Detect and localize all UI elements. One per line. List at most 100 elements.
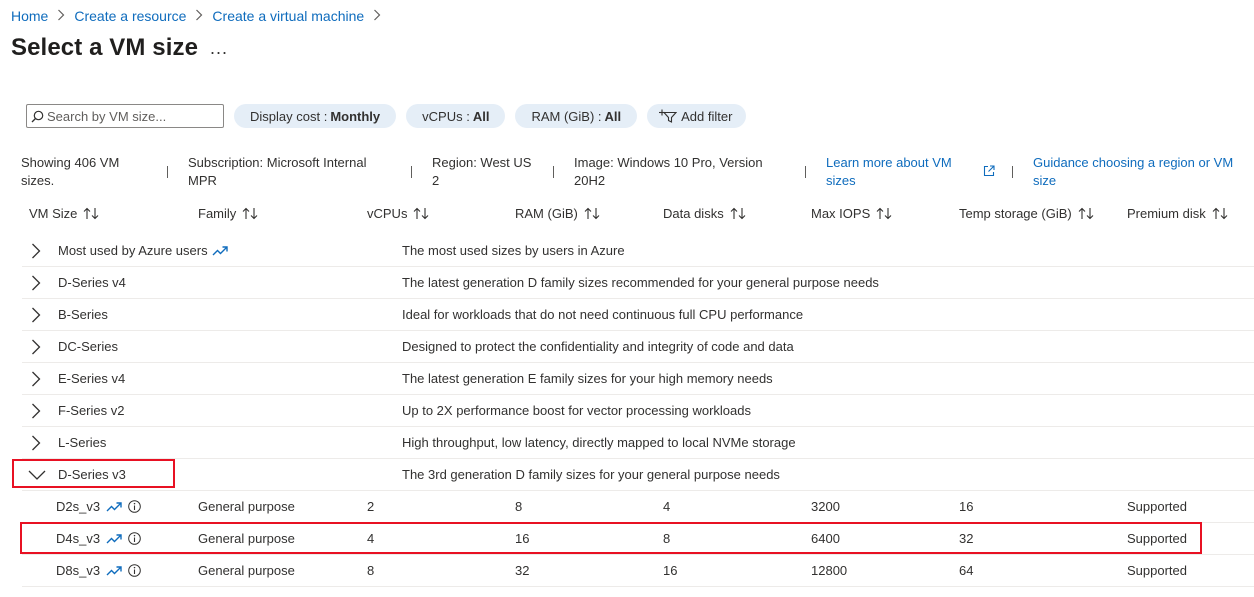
filter-label: vCPUs : bbox=[422, 108, 470, 124]
guidance-link[interactable]: Guidance choosing a region or VM size bbox=[1033, 154, 1249, 190]
chevron-down-icon[interactable] bbox=[28, 470, 46, 480]
info-icon[interactable] bbox=[128, 532, 141, 545]
breadcrumb-home[interactable]: Home bbox=[11, 8, 48, 24]
divider bbox=[411, 166, 412, 178]
filter-value: All bbox=[472, 108, 490, 124]
filter-label: RAM (GiB) : bbox=[531, 108, 602, 124]
vcpus-cell: 8 bbox=[367, 563, 375, 578]
subscription-info: Subscription: Microsoft Internal MPR bbox=[188, 155, 367, 188]
max-iops-cell: 3200 bbox=[811, 499, 840, 514]
region-info: Region: West US 2 bbox=[432, 155, 532, 188]
chevron-right-icon[interactable] bbox=[30, 243, 42, 259]
chevron-right-icon[interactable] bbox=[30, 275, 42, 291]
column-header-max-iops[interactable]: Max IOPS bbox=[811, 206, 892, 221]
add-filter-icon bbox=[659, 109, 678, 123]
chevron-right-icon bbox=[193, 8, 205, 24]
group-row-f-series-v2[interactable]: F-Series v2 Up to 2X performance boost f… bbox=[22, 395, 1254, 427]
column-header-data-disks[interactable]: Data disks bbox=[663, 206, 746, 221]
filter-value: All bbox=[604, 108, 622, 124]
add-filter-label: Add filter bbox=[681, 108, 733, 124]
group-description: The latest generation E family sizes for… bbox=[402, 371, 773, 386]
group-row-e-series-v4[interactable]: E-Series v4 The latest generation E fami… bbox=[22, 363, 1254, 395]
group-row-d-series-v4[interactable]: D-Series v4 The latest generation D fami… bbox=[22, 267, 1254, 299]
data-disks-cell: 4 bbox=[663, 499, 671, 514]
family-cell: General purpose bbox=[198, 563, 295, 578]
column-header-ram[interactable]: RAM (GiB) bbox=[515, 206, 600, 221]
group-description: The latest generation D family sizes rec… bbox=[402, 275, 879, 290]
chevron-right-icon[interactable] bbox=[30, 339, 42, 355]
page-title: Select a VM size bbox=[11, 34, 199, 61]
group-row-most-used[interactable]: Most used by Azure users The most used s… bbox=[22, 235, 1254, 267]
group-name: Most used by Azure users bbox=[58, 235, 228, 266]
more-options-button[interactable]: ... bbox=[210, 38, 228, 59]
table-row-d4s-v3[interactable]: D4s_v3 General purpose 4 16 8 6400 32 Su… bbox=[22, 523, 1254, 555]
trending-icon bbox=[212, 245, 228, 257]
sort-icon bbox=[876, 207, 892, 220]
showing-count: Showing 406 VM sizes. bbox=[21, 155, 120, 188]
table-row-d2s-v3[interactable]: D2s_v3 General purpose 2 8 4 3200 16 Sup… bbox=[22, 491, 1254, 523]
max-iops-cell: 12800 bbox=[811, 563, 848, 578]
premium-disk-cell: Supported bbox=[1127, 563, 1187, 578]
vm-size-label: D4s_v3 bbox=[56, 531, 101, 546]
vcpus-filter[interactable]: vCPUs : All bbox=[406, 104, 506, 128]
info-icon[interactable] bbox=[128, 500, 141, 513]
chevron-right-icon bbox=[371, 8, 383, 24]
filter-label: Display cost : bbox=[250, 108, 328, 124]
table-row-d8s-v3[interactable]: D8s_v3 General purpose 8 32 16 12800 64 … bbox=[22, 555, 1254, 587]
display-cost-filter[interactable]: Display cost : Monthly bbox=[234, 104, 397, 128]
group-row-dc-series[interactable]: DC-Series Designed to protect the confid… bbox=[22, 331, 1254, 363]
vm-size-cell: D8s_v3 bbox=[56, 555, 141, 586]
divider bbox=[805, 166, 806, 178]
group-name: E-Series v4 bbox=[58, 371, 126, 386]
search-icon bbox=[27, 110, 47, 123]
column-header-family[interactable]: Family bbox=[198, 206, 258, 221]
search-input[interactable] bbox=[47, 108, 223, 124]
temp-storage-cell: 64 bbox=[959, 563, 974, 578]
trending-icon bbox=[106, 501, 122, 513]
group-row-b-series[interactable]: B-Series Ideal for workloads that do not… bbox=[22, 299, 1254, 331]
group-row-d-series-v3[interactable]: D-Series v3 The 3rd generation D family … bbox=[22, 459, 1254, 491]
column-header-vm-size[interactable]: VM Size bbox=[29, 206, 99, 221]
table-header: VM Size Family vCPUs RAM (GiB) Data disk… bbox=[0, 206, 1254, 228]
ram-cell: 32 bbox=[515, 563, 530, 578]
breadcrumb: Home Create a resource Create a virtual … bbox=[11, 8, 390, 24]
chevron-right-icon bbox=[55, 8, 67, 24]
column-label: vCPUs bbox=[367, 206, 408, 221]
chevron-right-icon[interactable] bbox=[30, 403, 42, 419]
column-header-vcpus[interactable]: vCPUs bbox=[367, 206, 429, 221]
sort-icon bbox=[730, 207, 746, 220]
info-icon[interactable] bbox=[128, 564, 141, 577]
group-name: B-Series bbox=[58, 307, 108, 322]
group-description: The 3rd generation D family sizes for yo… bbox=[402, 467, 780, 482]
group-description: Designed to protect the confidentiality … bbox=[402, 339, 794, 354]
learn-more-link[interactable]: Learn more about VM sizes bbox=[826, 154, 966, 190]
premium-disk-cell: Supported bbox=[1127, 531, 1187, 546]
external-link-icon[interactable] bbox=[983, 164, 995, 182]
max-iops-cell: 6400 bbox=[811, 531, 840, 546]
chevron-right-icon[interactable] bbox=[30, 435, 42, 451]
search-box[interactable] bbox=[26, 104, 224, 128]
chevron-right-icon[interactable] bbox=[30, 371, 42, 387]
chevron-right-icon[interactable] bbox=[30, 307, 42, 323]
column-label: Family bbox=[198, 206, 237, 221]
divider bbox=[553, 166, 554, 178]
breadcrumb-create-resource[interactable]: Create a resource bbox=[74, 8, 186, 24]
group-description: High throughput, low latency, directly m… bbox=[402, 435, 796, 450]
breadcrumb-create-vm[interactable]: Create a virtual machine bbox=[212, 8, 364, 24]
ram-cell: 16 bbox=[515, 531, 530, 546]
column-header-temp-storage[interactable]: Temp storage (GiB) bbox=[959, 206, 1094, 221]
sort-icon bbox=[1212, 207, 1228, 220]
family-cell: General purpose bbox=[198, 531, 295, 546]
group-name: DC-Series bbox=[58, 339, 118, 354]
add-filter-button[interactable]: Add filter bbox=[647, 104, 747, 128]
column-header-premium-disk[interactable]: Premium disk bbox=[1127, 206, 1228, 221]
group-description: The most used sizes by users in Azure bbox=[402, 243, 625, 258]
trending-icon bbox=[106, 533, 122, 545]
sort-icon bbox=[242, 207, 258, 220]
group-row-l-series[interactable]: L-Series High throughput, low latency, d… bbox=[22, 427, 1254, 459]
sort-icon bbox=[413, 207, 429, 220]
sort-icon bbox=[1078, 207, 1094, 220]
divider bbox=[1012, 166, 1013, 178]
ram-filter[interactable]: RAM (GiB) : All bbox=[515, 104, 638, 128]
column-label: VM Size bbox=[29, 206, 78, 221]
